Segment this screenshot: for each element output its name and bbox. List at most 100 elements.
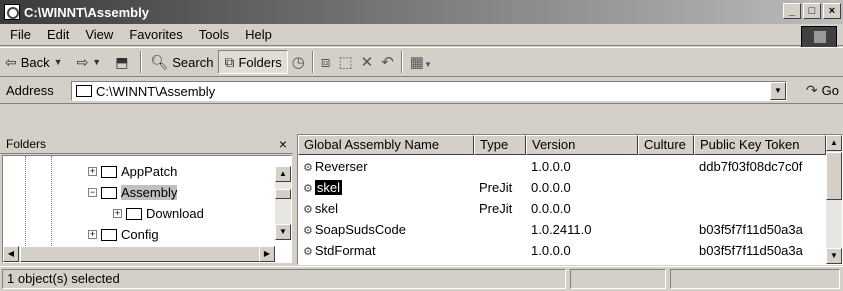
address-value: C:\WINNT\Assembly <box>96 83 216 99</box>
folder-icon <box>101 228 117 241</box>
chevron-down-icon[interactable]: ▼ <box>54 57 63 67</box>
back-button[interactable]: ⇦ Back ▼ <box>0 50 72 74</box>
column-header-culture[interactable]: Culture <box>638 135 694 155</box>
expand-toggle[interactable]: + <box>88 167 97 176</box>
folder-open-icon <box>101 186 117 199</box>
folders-pane-title: Folders <box>6 136 47 151</box>
menu-tools[interactable]: Tools <box>191 27 237 42</box>
assembly-name: skel <box>314 179 342 195</box>
delete-icon[interactable]: ✕ <box>357 53 378 71</box>
scroll-thumb[interactable] <box>826 152 842 200</box>
assembly-type: PreJit <box>479 179 513 195</box>
expand-toggle[interactable]: + <box>113 209 122 218</box>
scroll-thumb[interactable] <box>275 189 291 199</box>
assembly-token: ddb7f03f08dc7c0f <box>699 158 803 174</box>
assembly-icon: ⚙ <box>303 224 313 237</box>
go-label: Go <box>821 83 839 98</box>
tree-item-label: AppPatch <box>121 164 178 179</box>
assembly-type: PreJit <box>479 200 513 216</box>
maximize-button[interactable]: □ <box>803 3 821 19</box>
move-to-icon[interactable]: ⧈ <box>317 54 335 71</box>
tree-item-download[interactable]: + Download <box>113 206 204 221</box>
scroll-right-button[interactable]: ▶ <box>259 246 275 262</box>
menu-favorites[interactable]: Favorites <box>121 27 190 42</box>
assembly-name: SoapSudsCode <box>314 221 406 237</box>
assembly-name: StdFormat <box>314 242 376 258</box>
status-text: 1 object(s) selected <box>2 269 566 289</box>
expand-toggle[interactable]: + <box>88 230 97 239</box>
status-panel <box>570 269 666 289</box>
menu-view[interactable]: View <box>77 27 121 42</box>
folders-button[interactable]: ⧉ Folders <box>218 50 288 74</box>
forward-button[interactable]: ⇨ ▼ <box>72 50 111 74</box>
up-button[interactable]: ⬒ <box>110 50 137 74</box>
copy-to-icon[interactable]: ⬚ <box>334 53 356 71</box>
address-label: Address <box>6 83 54 98</box>
folder-icon <box>101 165 117 178</box>
scroll-down-button[interactable]: ▼ <box>826 248 842 264</box>
list-item[interactable]: ⚙ skel PreJit 0.0.0.0 <box>298 198 826 218</box>
menu-help[interactable]: Help <box>237 27 280 42</box>
go-arrow-icon: ↷ <box>805 82 818 98</box>
windows-logo-icon <box>801 26 837 48</box>
menu-file[interactable]: File <box>0 27 39 42</box>
toolbar-separator <box>311 51 314 73</box>
folders-pane-close-button[interactable]: × <box>279 136 287 152</box>
scroll-thumb[interactable] <box>20 246 270 262</box>
scroll-up-button[interactable]: ▲ <box>275 166 291 182</box>
assembly-icon: ⚙ <box>303 203 313 216</box>
toolbar-separator <box>400 51 403 73</box>
assembly-token: b03f5f7f11d50a3a <box>699 221 803 237</box>
close-button[interactable]: × <box>823 3 841 19</box>
list-item-selected[interactable]: ⚙ skel PreJit 0.0.0.0 <box>298 177 826 197</box>
assembly-name: Reverser <box>314 158 368 174</box>
folder-up-icon: ⬒ <box>115 53 129 70</box>
toolbar-separator <box>140 51 143 73</box>
undo-icon[interactable]: ↶ <box>377 53 398 71</box>
assembly-name: skel <box>314 200 338 216</box>
scroll-left-button[interactable]: ◀ <box>3 246 19 262</box>
search-label: Search <box>172 54 214 70</box>
back-arrow-icon: ⇦ <box>5 53 17 70</box>
tree-item-label: Config <box>121 227 159 242</box>
column-header-name[interactable]: Global Assembly Name <box>298 135 474 155</box>
tree-item-assembly[interactable]: − Assembly <box>88 185 178 200</box>
go-button[interactable]: ↷ Go <box>806 82 839 99</box>
assembly-version: 1.0.0.0 <box>531 242 571 258</box>
forward-arrow-icon: ⇨ <box>76 53 89 70</box>
scroll-down-button[interactable]: ▼ <box>275 224 291 240</box>
column-header-version[interactable]: Version <box>526 135 638 155</box>
tree-horizontal-scrollbar[interactable]: ◀ ▶ <box>3 246 275 262</box>
address-input[interactable]: C:\WINNT\Assembly ▼ <box>71 81 787 101</box>
tree-vertical-scrollbar[interactable]: ▲ ▼ <box>275 166 291 240</box>
folder-tree[interactable]: + AppPatch − Assembly + Download + Confi… <box>2 155 292 263</box>
folder-icon <box>126 207 142 220</box>
title-bar[interactable]: C:\WINNT\Assembly _ □ × <box>0 0 843 24</box>
list-item[interactable]: ⚙ Reverser 1.0.0.0 ddb7f03f08dc7c0f <box>298 156 826 176</box>
list-item[interactable]: ⚙ SoapSudsCode 1.0.2411.0 b03f5f7f11d50a3… <box>298 219 826 239</box>
chevron-down-icon[interactable]: ▼ <box>92 57 101 67</box>
list-item[interactable]: ⚙ StdFormat 1.0.0.0 b03f5f7f11d50a3a <box>298 240 826 260</box>
menu-edit[interactable]: Edit <box>39 27 77 42</box>
search-button[interactable]: 🔍︎ Search <box>145 50 218 74</box>
status-bar: 1 object(s) selected <box>0 266 843 291</box>
tree-item-config[interactable]: + Config <box>88 227 159 242</box>
address-dropdown-button[interactable]: ▼ <box>770 82 786 100</box>
history-icon[interactable]: ◷ <box>288 53 309 71</box>
column-header-type[interactable]: Type <box>474 135 526 155</box>
assembly-list[interactable]: Global Assembly Name Type Version Cultur… <box>297 134 843 265</box>
folder-icon <box>76 85 92 97</box>
assembly-icon: ⚙ <box>303 182 313 195</box>
minimize-button[interactable]: _ <box>783 3 801 19</box>
collapse-toggle[interactable]: − <box>88 188 97 197</box>
assembly-version: 0.0.0.0 <box>531 179 571 195</box>
tree-item-label: Assembly <box>121 185 178 200</box>
column-header-public-key-token[interactable]: Public Key Token <box>694 135 826 155</box>
window-icon[interactable] <box>4 4 20 20</box>
list-vertical-scrollbar[interactable]: ▲ ▼ <box>826 135 842 264</box>
views-icon[interactable]: ▦▼ <box>406 53 436 71</box>
tree-item-apppatch[interactable]: + AppPatch <box>88 164 177 179</box>
list-header: Global Assembly Name Type Version Cultur… <box>298 135 826 155</box>
address-bar: Address C:\WINNT\Assembly ▼ <box>0 78 843 104</box>
scroll-up-button[interactable]: ▲ <box>826 135 842 151</box>
